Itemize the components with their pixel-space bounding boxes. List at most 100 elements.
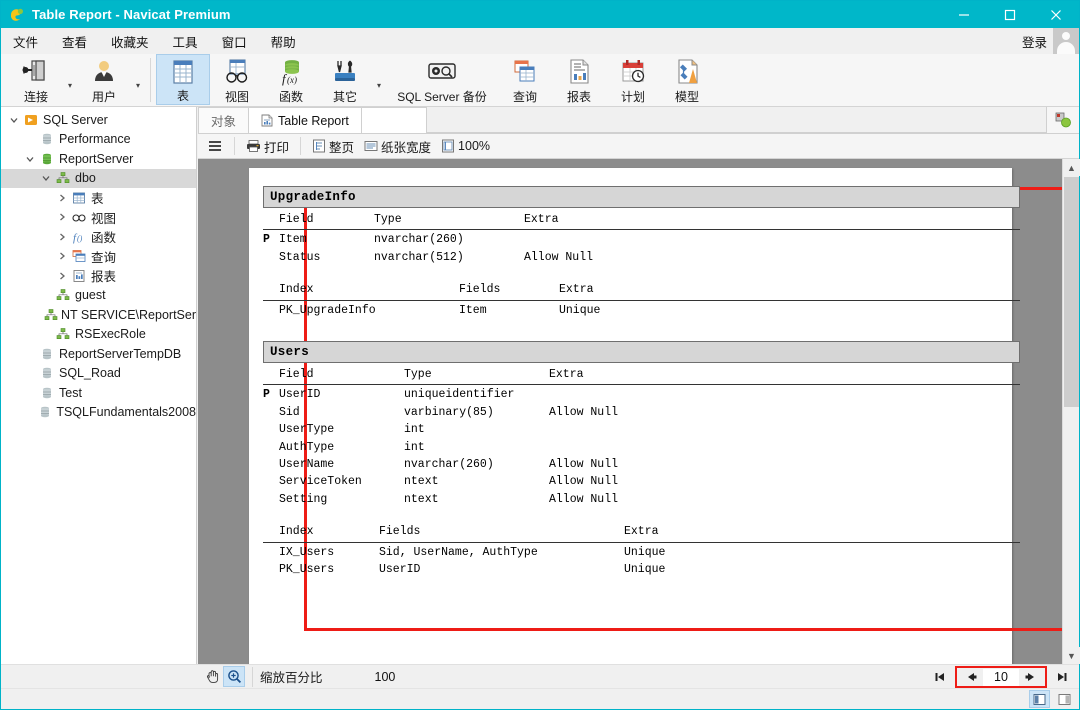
sidebar-item-nt-service-reportser[interactable]: NT SERVICE\ReportSer [1, 305, 196, 325]
tree-twisty-right-icon[interactable] [54, 193, 70, 203]
toolbar-button-other[interactable]: 其它 [318, 54, 372, 105]
tree-twisty-down-icon[interactable] [38, 173, 54, 183]
toolbar-button-report[interactable]: 报表 [552, 54, 606, 105]
minimize-button[interactable] [941, 1, 987, 28]
toolbar-separator-1 [150, 58, 151, 102]
sidebar-item-label: 函数 [91, 227, 116, 246]
menu-help[interactable]: 帮助 [259, 29, 308, 54]
tree-twisty-right-icon[interactable] [54, 212, 70, 222]
schema-icon [44, 308, 58, 322]
field-row: AuthTypeint [263, 439, 1020, 456]
zoom-100-button[interactable]: 100% [436, 135, 495, 157]
fields-header-cell: Type [404, 366, 549, 385]
report-icon [564, 57, 594, 87]
toolbar-button-user[interactable]: 用户 [77, 54, 131, 105]
menu-view[interactable]: 查看 [50, 29, 99, 54]
sidebar-item-dbo[interactable]: dbo [1, 169, 196, 189]
split-left-view-icon[interactable] [1029, 690, 1050, 708]
tab-objects[interactable]: 对象 [198, 107, 249, 133]
tab-table-report[interactable]: Table Report [248, 107, 362, 133]
field-field-cell: UserType [279, 421, 404, 438]
last-page-icon[interactable] [1051, 666, 1073, 688]
sidebar-item-label: 报表 [91, 266, 116, 285]
tree-twisty-down-icon[interactable] [6, 115, 22, 125]
toolbar-button-view[interactable]: 视图 [210, 54, 264, 105]
sidebar-item-[interactable]: 表 [1, 188, 196, 208]
scroll-up-arrow-icon[interactable]: ▲ [1063, 159, 1080, 176]
menu-favorites[interactable]: 收藏夹 [99, 29, 161, 54]
field-row: UserNamenvarchar(260)Allow Null [263, 456, 1020, 473]
field-field-cell: Setting [279, 491, 404, 508]
database-tree: SQL ServerPerformanceReportServerdbo表视图f… [1, 107, 196, 422]
sidebar-item-[interactable]: 查询 [1, 247, 196, 267]
scroll-down-arrow-icon[interactable]: ▼ [1063, 647, 1080, 664]
other-dropdown-caret-icon[interactable]: ▾ [372, 54, 386, 105]
hamburger-menu-icon[interactable] [202, 134, 228, 158]
prev-page-icon[interactable] [959, 668, 983, 686]
connection-dropdown-caret-icon[interactable]: ▾ [63, 54, 77, 105]
index-key-col [263, 281, 279, 300]
sidebar-item-test[interactable]: Test [1, 383, 196, 403]
whole-page-button[interactable]: 整页 [307, 135, 359, 157]
report-content: UpgradeInfoFieldTypeExtraPItemnvarchar(2… [263, 186, 1020, 579]
tree-twisty-down-icon[interactable] [22, 154, 38, 164]
zoom-tool-icon[interactable] [223, 666, 245, 687]
user-dropdown-caret-icon[interactable]: ▾ [131, 54, 145, 105]
sidebar-item-performance[interactable]: Performance [1, 130, 196, 150]
login-link[interactable]: 登录 [1022, 32, 1047, 51]
schema-icon [54, 288, 72, 302]
toolbar-button-query[interactable]: 查询 [498, 54, 552, 105]
close-button[interactable] [1033, 1, 1079, 28]
database-open-icon [38, 152, 56, 166]
sidebar-item-reportservertempdb[interactable]: ReportServerTempDB [1, 344, 196, 364]
tree-twisty-right-icon[interactable] [54, 251, 70, 261]
toolbar-label-view: 视图 [225, 88, 249, 105]
split-right-view-icon[interactable] [1054, 690, 1075, 708]
sidebar-item-guest[interactable]: guest [1, 286, 196, 306]
sidebar-item-sql-server[interactable]: SQL Server [1, 110, 196, 130]
field-type-cell: uniqueidentifier [404, 385, 549, 404]
sidebar-item-sql-road[interactable]: SQL_Road [1, 364, 196, 384]
print-button[interactable]: 打印 [241, 135, 294, 157]
toolbar-button-model[interactable]: 模型 [660, 54, 714, 105]
tab-empty-area [361, 107, 427, 133]
menu-file[interactable]: 文件 [1, 29, 50, 54]
field-row: ServiceTokenntextAllow Null [263, 473, 1020, 490]
field-field-cell: Sid [279, 404, 404, 421]
toolbar-button-function[interactable]: f (x) 函数 [264, 54, 318, 105]
page-number-input[interactable]: 10 [983, 669, 1019, 686]
tree-twisty-right-icon[interactable] [54, 232, 70, 242]
vertical-scroll-thumb[interactable] [1064, 177, 1079, 407]
preview-vertical-scrollbar[interactable]: ▲ ▼ [1062, 159, 1079, 664]
toolbar-button-schedule[interactable]: 计划 [606, 54, 660, 105]
report-table-title: Users [263, 341, 1020, 363]
toolbar-button-table[interactable]: 表 [156, 54, 210, 105]
sidebar-item-[interactable]: 视图 [1, 208, 196, 228]
sidebar-item-[interactable]: 报表 [1, 266, 196, 286]
menu-tools[interactable]: 工具 [161, 29, 210, 54]
menu-window[interactable]: 窗口 [210, 29, 259, 54]
avatar[interactable] [1053, 28, 1079, 54]
hand-tool-icon[interactable] [201, 666, 223, 687]
tree-twisty-right-icon[interactable] [54, 271, 70, 281]
sidebar-item-[interactable]: f()函数 [1, 227, 196, 247]
sidebar-item-label: 查询 [91, 247, 116, 266]
toolbar-button-sqlserver-backup[interactable]: SQL Server 备份 [386, 54, 498, 105]
indexes-table: IndexFieldsExtraIX_UsersSid, UserName, A… [263, 523, 1020, 578]
new-tab-button[interactable] [1046, 107, 1079, 133]
next-page-icon[interactable] [1019, 668, 1043, 686]
whole-page-icon [312, 139, 326, 153]
toolbar-button-connection[interactable]: 连接 [9, 54, 63, 105]
first-page-icon[interactable] [929, 666, 951, 688]
sidebar-item-label: NT SERVICE\ReportSer [61, 308, 196, 322]
field-extra-cell: Allow Null [549, 473, 1020, 490]
sidebar-item-reportserver[interactable]: ReportServer [1, 149, 196, 169]
sidebar-item-tsqlfundamentals2008[interactable]: TSQLFundamentals2008 [1, 403, 196, 423]
page-width-button[interactable]: 纸张宽度 [359, 135, 436, 157]
user-icon [89, 57, 119, 87]
field-extra-cell: Allow Null [549, 456, 1020, 473]
zoom-percent-value[interactable]: 100 [375, 670, 396, 684]
report-preview-canvas[interactable]: UpgradeInfoFieldTypeExtraPItemnvarchar(2… [198, 159, 1079, 664]
maximize-button[interactable] [987, 1, 1033, 28]
sidebar-item-rsexecrole[interactable]: RSExecRole [1, 325, 196, 345]
